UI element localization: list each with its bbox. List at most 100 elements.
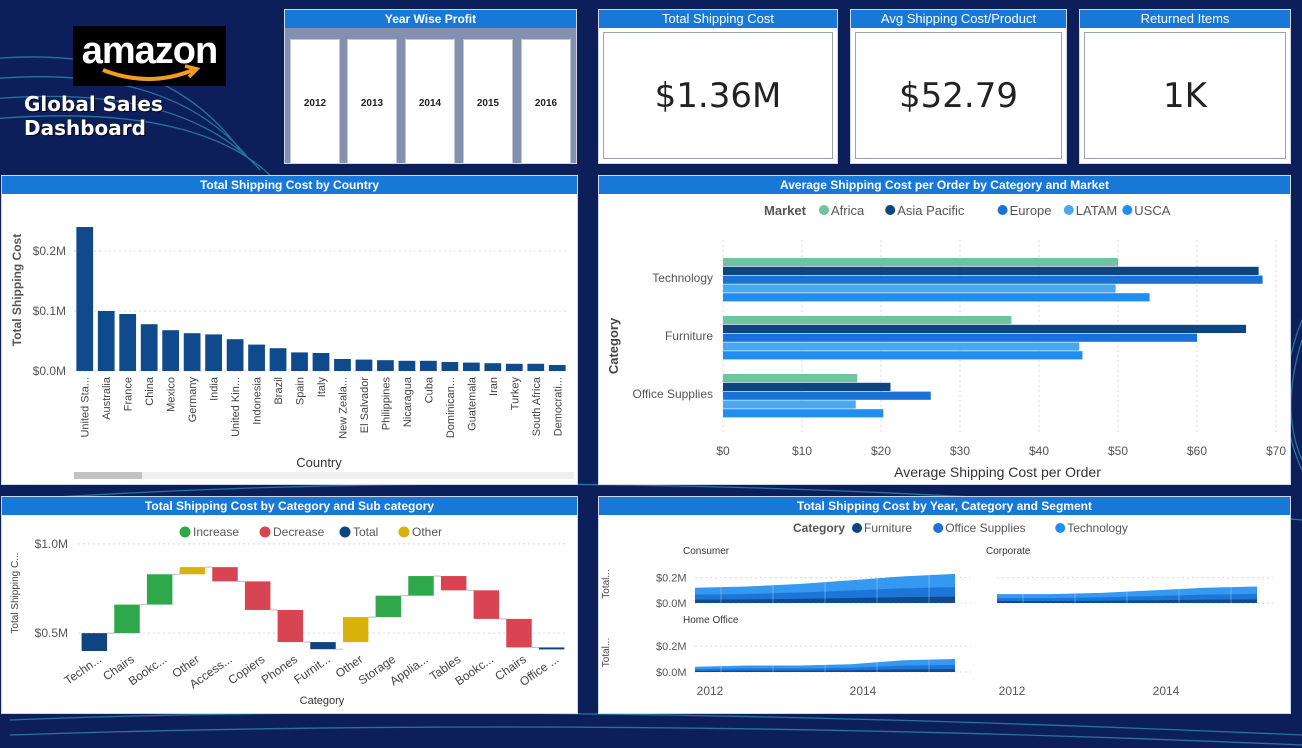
year-tile-2016[interactable]: 2016 — [521, 39, 571, 163]
waterfall-bar — [375, 595, 402, 618]
bar — [723, 316, 1012, 325]
y-tick-label: $0.2M — [656, 573, 687, 585]
legend-marker — [1063, 205, 1074, 215]
year-label: 2012 — [303, 97, 327, 109]
legend-item: Africa — [831, 203, 865, 218]
legend-marker — [179, 526, 191, 538]
x-tick-label: $40 — [1029, 444, 1049, 458]
x-axis-label: Category — [300, 695, 345, 707]
market-hbar-chart: $0 $10 $20 $30 $40 $50 $60 $70 Market Africa Asia … — [606, 203, 1286, 480]
x-tick-label: $60 — [1187, 444, 1207, 458]
bar — [723, 391, 931, 400]
legend-item: Other — [412, 525, 442, 539]
year-tile-2014[interactable]: 2014 — [405, 39, 455, 163]
scrollbar-thumb[interactable] — [74, 472, 142, 479]
kpi-returned-items: Returned Items 1K — [1079, 9, 1291, 164]
waterfall-bar — [212, 567, 238, 582]
legend-item: USCA — [1134, 203, 1170, 218]
bar — [205, 334, 222, 371]
legend-item: Total — [353, 525, 378, 539]
x-tick-label: Mexico — [166, 377, 178, 412]
x-tick-label: United Sta... — [80, 377, 92, 438]
bar — [398, 360, 416, 371]
bar — [723, 409, 884, 418]
bar — [97, 311, 115, 371]
legend-title: Category — [793, 521, 845, 535]
bar — [441, 362, 459, 371]
year-tile-2013[interactable]: 2013 — [347, 39, 397, 163]
bar — [723, 333, 1197, 342]
bar — [291, 352, 308, 371]
bar — [505, 363, 523, 371]
chart-title: Total Shipping Cost by Year, Category an… — [599, 497, 1290, 515]
waterfall-bar — [277, 609, 304, 643]
kpi-total-shipping-cost: Total Shipping Cost $1.36M — [598, 9, 838, 164]
x-tick-label: 2012 — [697, 684, 724, 698]
bar — [723, 382, 891, 391]
waterfall-bar — [114, 604, 140, 634]
kpi-value: 1K — [1084, 32, 1286, 159]
x-tick-label: $30 — [950, 444, 970, 458]
x-tick-label: 2014 — [1153, 684, 1180, 698]
x-tick-label: Democrati... — [552, 377, 564, 436]
kpi-value: $52.79 — [855, 32, 1062, 159]
country-bar-chart: $0.0M $0.1M $0.2M United Sta... Australia Fra… — [10, 227, 574, 479]
x-tick-label: Spain — [295, 377, 307, 405]
chart-title: Total Shipping Cost by Country — [2, 176, 577, 194]
bar — [226, 339, 244, 371]
x-tick-label: Nicaragua — [402, 376, 414, 427]
x-tick-label: $10 — [792, 444, 812, 458]
x-tick-label: Dominican... — [445, 377, 457, 438]
legend-marker — [398, 526, 410, 538]
x-tick-label: $20 — [871, 444, 891, 458]
x-tick-label: Philippines — [380, 377, 392, 431]
segment-area-chart: Category Furniture Office Supplies Technolo… — [601, 521, 1273, 698]
x-tick-label: Techn... — [62, 652, 104, 688]
y-tick-label: Office Supplies — [633, 387, 714, 401]
y-tick-label: $0.0M — [33, 364, 66, 378]
legend-marker — [339, 526, 351, 538]
kpi-avg-shipping-cost: Avg Shipping Cost/Product $52.79 — [850, 9, 1067, 164]
x-tick-label: $50 — [1108, 444, 1128, 458]
bar — [334, 359, 351, 371]
legend-item: Asia Pacific — [897, 203, 965, 218]
year-label: 2014 — [418, 97, 442, 109]
x-tick-label: South Africa — [531, 376, 543, 436]
panel-label: Consumer — [683, 546, 730, 557]
x-tick-label: Iran — [488, 377, 500, 396]
bar — [723, 275, 1263, 284]
segment-chart-panel: Total Shipping Cost by Year, Category an… — [598, 496, 1291, 714]
chart-title: Total Shipping Cost by Category and Sub … — [2, 497, 577, 515]
waterfall-bar — [146, 574, 173, 605]
y-axis-label: Total... — [601, 638, 612, 667]
bar — [723, 400, 856, 409]
y-tick-label: Furniture — [665, 329, 713, 343]
y-axis-label: Total Shipping Cost — [10, 234, 24, 346]
legend-marker — [885, 205, 896, 215]
waterfall-bar — [408, 576, 434, 596]
x-tick-label: El Salvador — [359, 377, 371, 434]
legend-marker — [259, 526, 271, 538]
y-tick-label: $1.0M — [35, 537, 68, 551]
kpi-title: Returned Items — [1080, 10, 1290, 28]
bar — [723, 324, 1246, 333]
legend-marker — [819, 205, 829, 215]
waterfall-bar — [179, 567, 206, 575]
kpi-title: Avg Shipping Cost/Product — [851, 10, 1066, 28]
legend-item: Decrease — [273, 525, 325, 539]
country-chart-panel: Total Shipping Cost by Country $0.0M $0.1… — [1, 175, 578, 485]
year-tile-2012[interactable]: 2012 — [290, 39, 340, 163]
y-axis-label: Category — [606, 317, 621, 374]
legend-marker — [933, 523, 944, 533]
x-tick-label: India — [209, 376, 221, 401]
bar — [355, 359, 373, 371]
x-tick-label: Australia — [101, 376, 113, 420]
legend-title: Market — [764, 203, 807, 218]
bar — [484, 363, 502, 371]
x-tick-label: $70 — [1266, 444, 1286, 458]
bar — [723, 374, 858, 383]
y-axis-label: Total... — [601, 569, 612, 598]
chart-title: Average Shipping Cost per Order by Categ… — [599, 176, 1290, 194]
year-tile-2015[interactable]: 2015 — [463, 39, 513, 163]
waterfall-bar — [244, 581, 271, 610]
